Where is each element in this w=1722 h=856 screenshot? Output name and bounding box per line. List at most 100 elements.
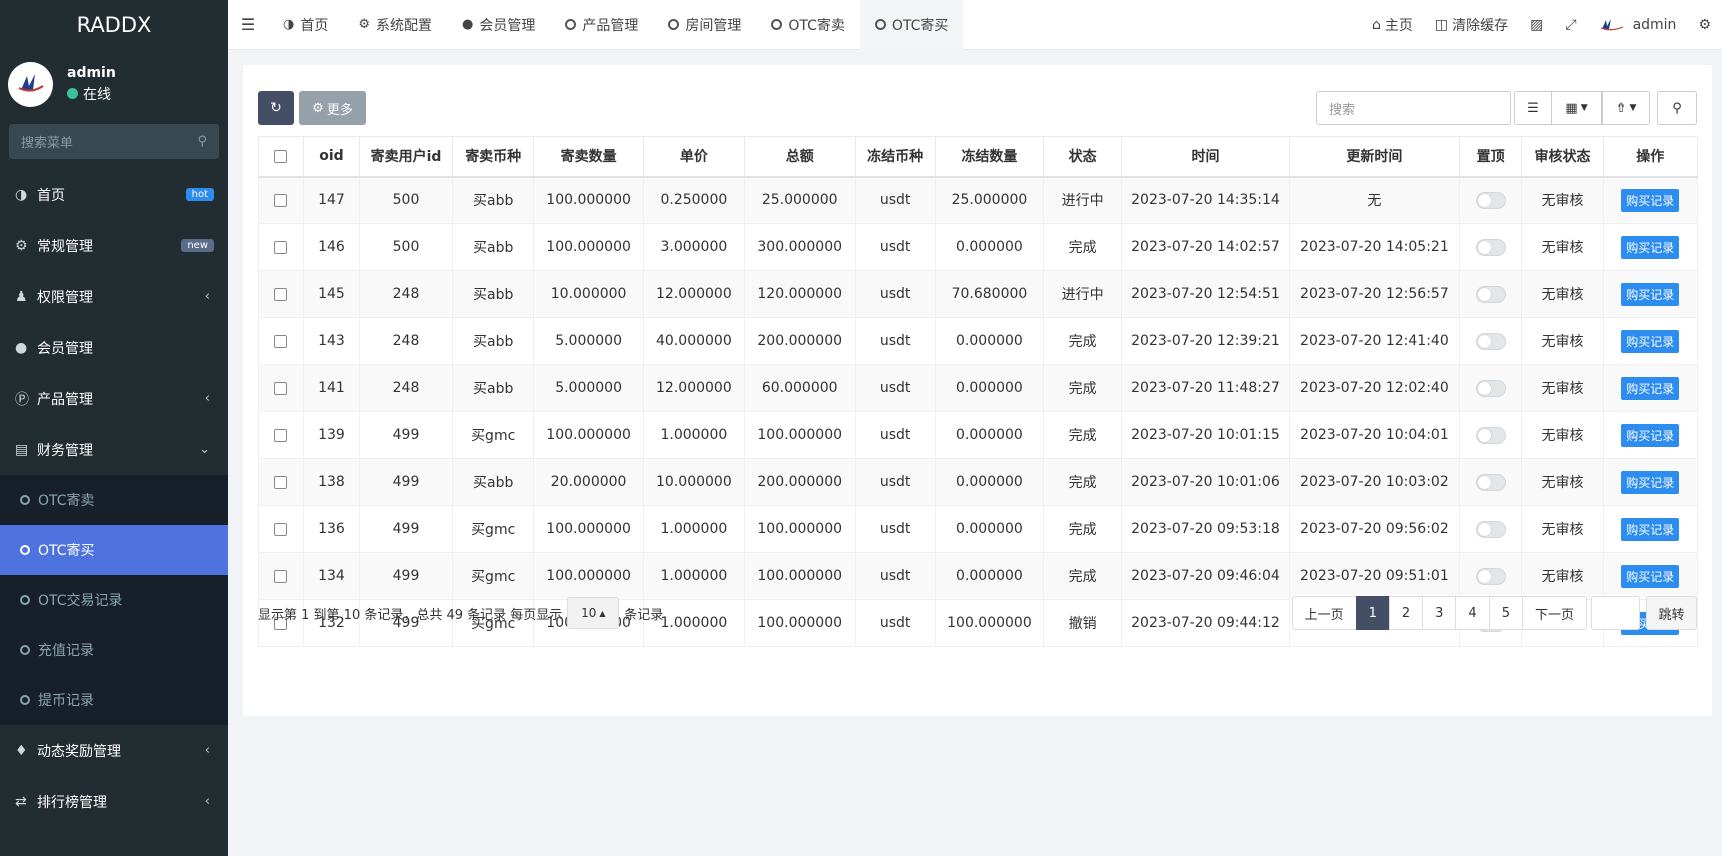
- column-header[interactable]: oid: [302, 136, 360, 178]
- column-header[interactable]: 总额: [743, 136, 856, 178]
- sidebar-item-home[interactable]: ◑ 首页 hot: [0, 169, 228, 220]
- purchase-record-button[interactable]: 购买记录: [1621, 188, 1680, 212]
- jump-page-input[interactable]: [1591, 596, 1640, 630]
- pin-toggle[interactable]: [1458, 505, 1523, 553]
- pin-toggle[interactable]: [1458, 317, 1523, 365]
- toggle-switch[interactable]: [1475, 473, 1506, 491]
- prev-page-button[interactable]: 上一页: [1291, 596, 1357, 630]
- columns-button[interactable]: ▦ ▼: [1551, 91, 1602, 125]
- admin-menu[interactable]: admin: [1588, 17, 1688, 33]
- cell-status: 进行中: [1043, 270, 1123, 318]
- page-button[interactable]: 5: [1488, 596, 1523, 630]
- toggle-view-button[interactable]: ☰: [1514, 91, 1552, 125]
- purchase-record-button[interactable]: 购买记录: [1621, 376, 1680, 400]
- app-logo[interactable]: RADDX: [0, 0, 228, 50]
- column-header[interactable]: 寄卖用户id: [358, 136, 454, 178]
- sidebar-item-rewards[interactable]: ♦ 动态奖励管理 ‹: [0, 725, 228, 776]
- pin-toggle[interactable]: [1458, 458, 1523, 506]
- search-input[interactable]: 搜索: [1316, 91, 1511, 125]
- jump-button[interactable]: 跳转: [1646, 596, 1697, 630]
- clear-cache-button[interactable]: ◫ 清除缓存: [1424, 15, 1519, 35]
- pin-toggle[interactable]: [1458, 270, 1523, 318]
- row-checkbox[interactable]: [258, 270, 304, 318]
- table-row: 145 248 买abb 10.000000 12.000000 120.000000 us…: [258, 270, 1699, 318]
- pin-toggle[interactable]: [1458, 552, 1523, 600]
- select-all-checkbox[interactable]: [258, 136, 304, 178]
- purchase-record-button[interactable]: 购买记录: [1621, 235, 1680, 259]
- sidebar-item-otc-trades[interactable]: OTC交易记录: [0, 575, 228, 625]
- pin-toggle[interactable]: [1458, 223, 1523, 271]
- page-size-select[interactable]: 10 ▲: [567, 597, 620, 629]
- column-header[interactable]: 寄卖数量: [533, 136, 644, 178]
- next-page-button[interactable]: 下一页: [1521, 596, 1587, 630]
- cell-audit: 无审核: [1521, 223, 1604, 271]
- purchase-record-button[interactable]: 购买记录: [1621, 564, 1680, 588]
- tab-system-config[interactable]: ⚙ 系统配置: [343, 0, 447, 50]
- sidebar-item-otc-sell[interactable]: OTC寄卖: [0, 475, 228, 525]
- menu-toggle-icon[interactable]: ☰: [228, 0, 268, 50]
- column-header[interactable]: 时间: [1121, 136, 1290, 178]
- toggle-switch[interactable]: [1475, 567, 1506, 585]
- pin-toggle[interactable]: [1458, 364, 1523, 412]
- refresh-button[interactable]: ↻: [258, 91, 294, 125]
- sidebar-item-deposits[interactable]: 充值记录: [0, 625, 228, 675]
- purchase-record-button[interactable]: 购买记录: [1621, 329, 1680, 353]
- toggle-switch[interactable]: [1475, 191, 1506, 209]
- translate-icon[interactable]: ▨: [1519, 17, 1554, 33]
- column-header[interactable]: 冻结币种: [854, 136, 936, 178]
- column-header[interactable]: 更新时间: [1288, 136, 1460, 178]
- tab-otc-sell[interactable]: OTC寄卖: [756, 0, 860, 50]
- tab-products[interactable]: 产品管理: [550, 0, 653, 50]
- row-checkbox[interactable]: [258, 552, 304, 600]
- search-button[interactable]: ⚲: [1657, 91, 1697, 125]
- toggle-switch[interactable]: [1475, 426, 1506, 444]
- column-header[interactable]: 冻结数量: [934, 136, 1045, 178]
- row-checkbox[interactable]: [258, 458, 304, 506]
- tab-otc-buy[interactable]: OTC寄买: [859, 0, 964, 50]
- more-button[interactable]: ⚙ 更多: [299, 91, 366, 125]
- settings-icon[interactable]: ⚙: [1687, 17, 1722, 33]
- row-checkbox[interactable]: [258, 223, 304, 271]
- sidebar-item-finance[interactable]: ▤ 财务管理 ⌄: [0, 424, 228, 475]
- page-button[interactable]: 3: [1422, 596, 1457, 630]
- sidebar-item-leaderboard[interactable]: ⇄ 排行榜管理 ‹: [0, 776, 228, 827]
- row-checkbox[interactable]: [258, 505, 304, 553]
- toggle-switch[interactable]: [1475, 285, 1506, 303]
- sidebar-item-withdrawals[interactable]: 提币记录: [0, 675, 228, 725]
- column-header[interactable]: 状态: [1043, 136, 1123, 178]
- sidebar-item-otc-buy[interactable]: OTC寄买: [0, 525, 228, 575]
- tab-home[interactable]: ◑ 首页: [268, 0, 343, 50]
- row-checkbox[interactable]: [258, 364, 304, 412]
- pin-toggle[interactable]: [1458, 176, 1523, 224]
- tab-members[interactable]: ● 会员管理: [447, 0, 550, 50]
- sidebar-item-permissions[interactable]: ♟ 权限管理 ‹: [0, 271, 228, 322]
- toggle-switch[interactable]: [1475, 379, 1506, 397]
- column-header[interactable]: 单价: [642, 136, 745, 178]
- fullscreen-icon[interactable]: ⤢: [1554, 17, 1587, 33]
- search-menu-input[interactable]: 搜索菜单 ⚲: [9, 124, 219, 159]
- row-checkbox[interactable]: [258, 411, 304, 459]
- page-button[interactable]: 4: [1455, 596, 1490, 630]
- page-button[interactable]: 1: [1355, 596, 1390, 630]
- sidebar-item-products[interactable]: Ⓟ 产品管理 ‹: [0, 373, 228, 424]
- column-header[interactable]: 置顶: [1458, 136, 1523, 178]
- cell-qty: 100.000000: [533, 552, 644, 600]
- row-checkbox[interactable]: [258, 176, 304, 224]
- pin-toggle[interactable]: [1458, 411, 1523, 459]
- toggle-switch[interactable]: [1475, 332, 1506, 350]
- column-header[interactable]: 寄卖币种: [452, 136, 535, 178]
- purchase-record-button[interactable]: 购买记录: [1621, 282, 1680, 306]
- sidebar-item-members[interactable]: ● 会员管理: [0, 322, 228, 373]
- export-button[interactable]: ⇮ ▼: [1602, 91, 1650, 125]
- tab-rooms[interactable]: 房间管理: [653, 0, 756, 50]
- toggle-switch[interactable]: [1475, 520, 1506, 538]
- home-link[interactable]: ⌂ 主页: [1361, 15, 1424, 35]
- page-button[interactable]: 2: [1388, 596, 1424, 630]
- purchase-record-button[interactable]: 购买记录: [1621, 517, 1680, 541]
- sidebar-item-general[interactable]: ⚙ 常规管理 new: [0, 220, 228, 271]
- purchase-record-button[interactable]: 购买记录: [1621, 423, 1680, 447]
- toggle-switch[interactable]: [1475, 238, 1506, 256]
- purchase-record-button[interactable]: 购买记录: [1621, 470, 1680, 494]
- column-header[interactable]: 审核状态: [1521, 136, 1604, 178]
- row-checkbox[interactable]: [258, 317, 304, 365]
